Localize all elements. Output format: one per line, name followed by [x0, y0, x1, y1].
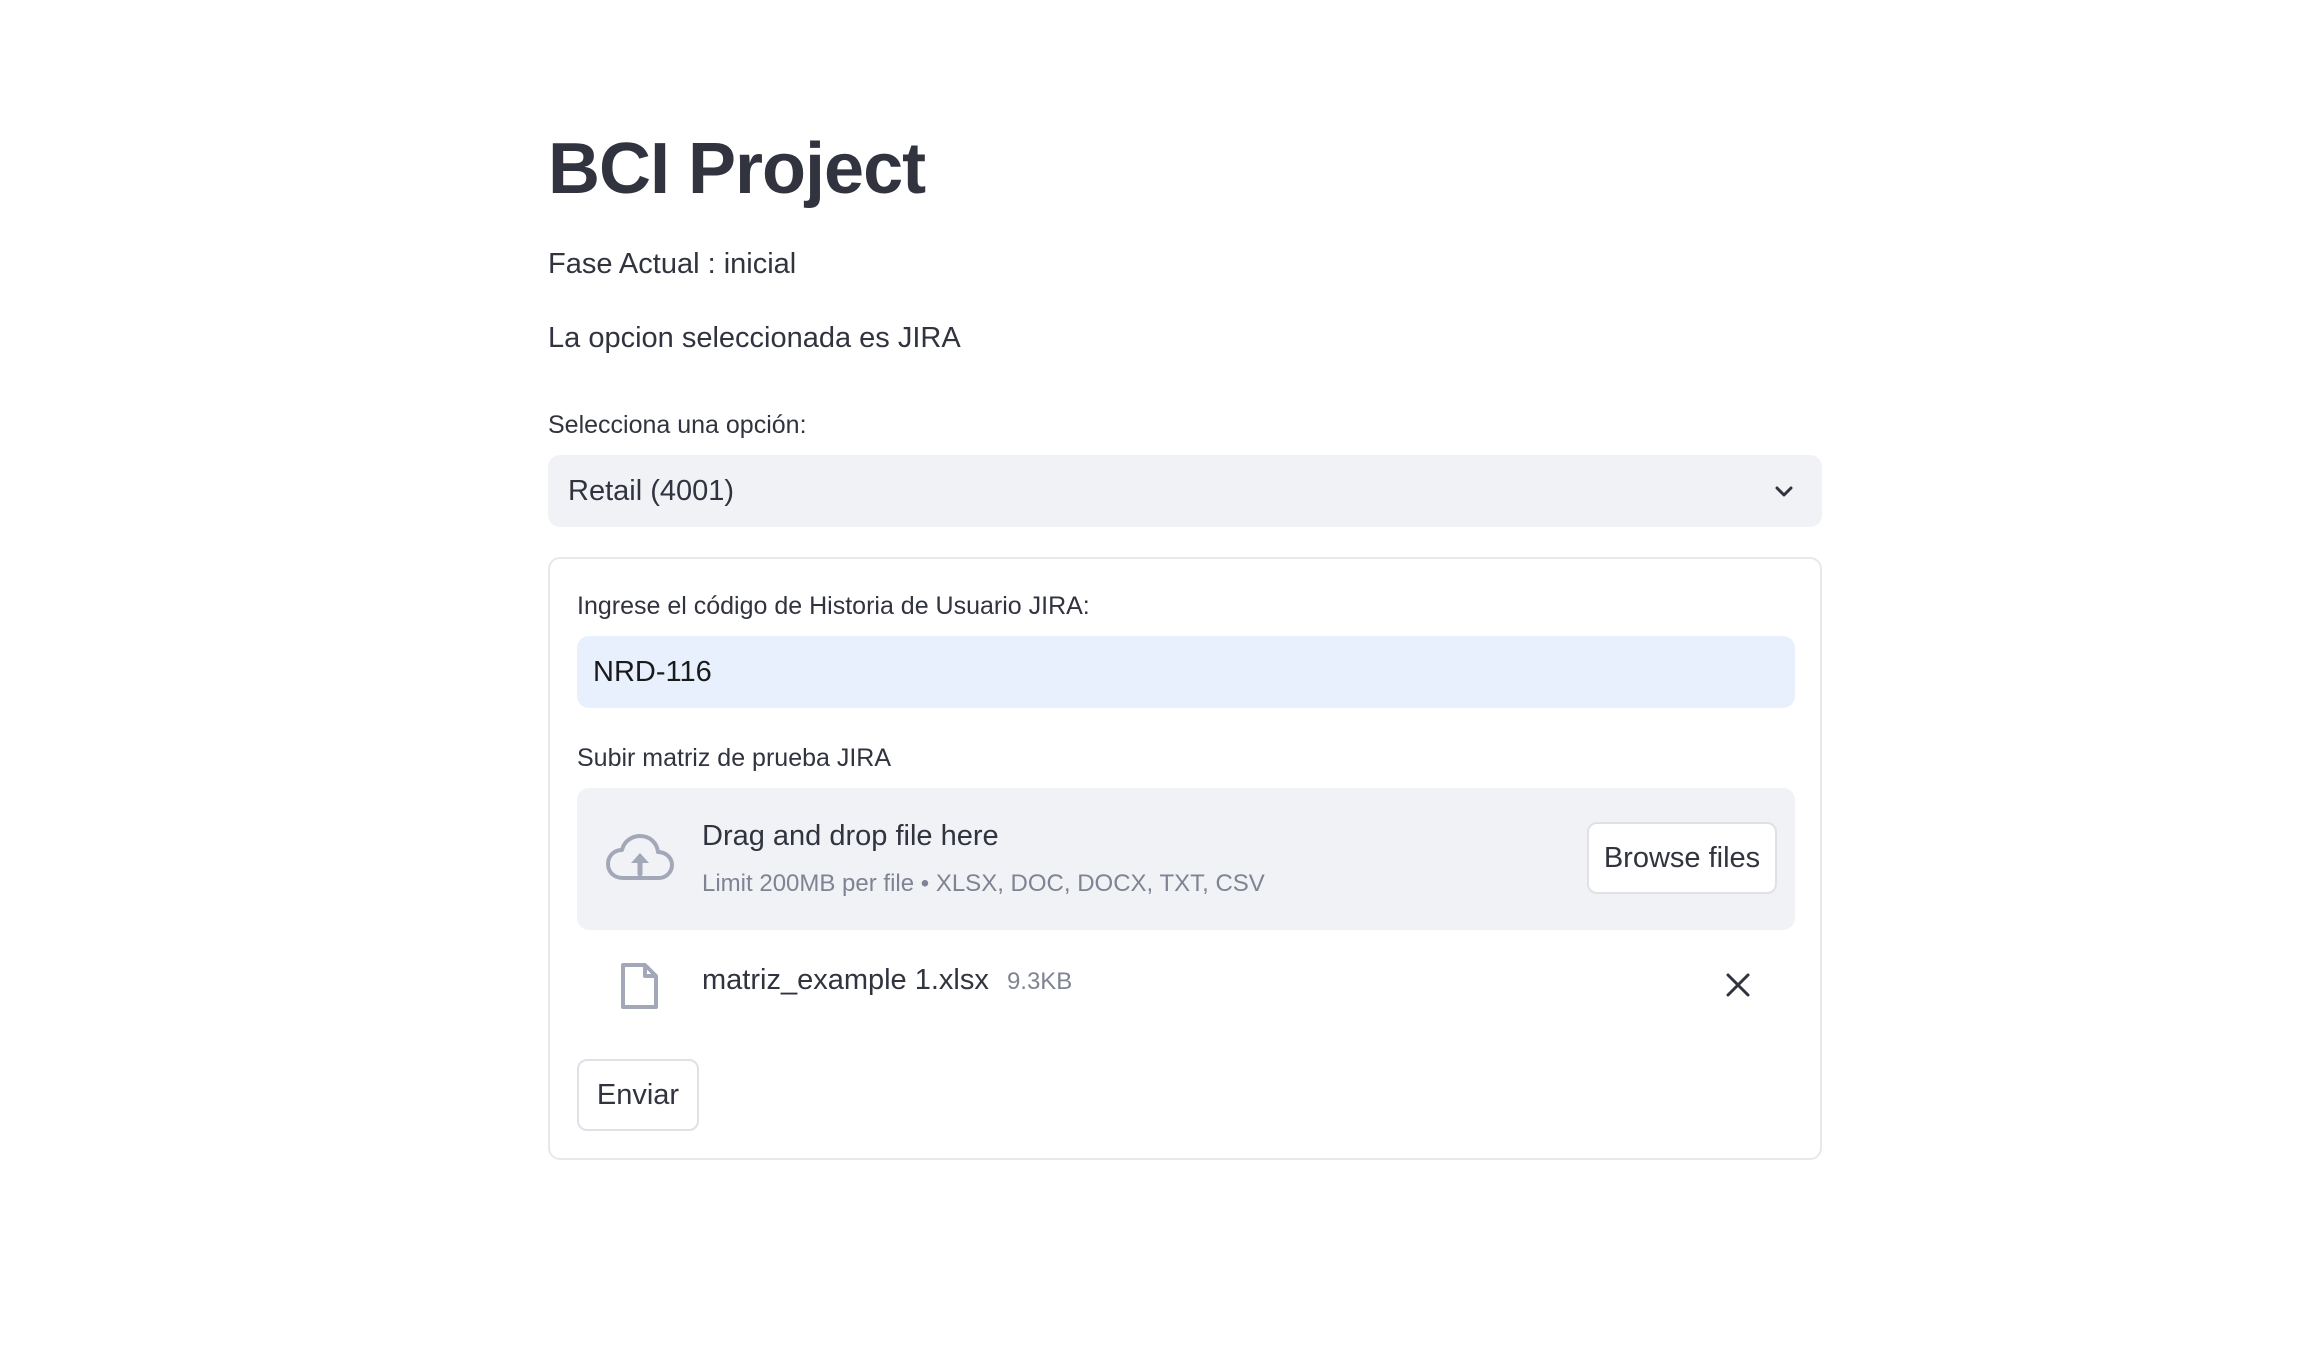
jira-code-value: NRD-116 [593, 655, 712, 688]
page-title: BCI Project [548, 129, 926, 209]
file-name: matriz_example 1.xlsx [702, 964, 989, 996]
upload-label: Subir matriz de prueba JIRA [577, 744, 892, 772]
file-size: 9.3KB [1006, 968, 1073, 995]
select-value: Retail (4001) [568, 474, 735, 507]
file-dropzone[interactable]: Drag and drop file here Limit 200MB per … [577, 788, 1795, 930]
jira-code-input[interactable]: NRD-116 [577, 636, 1795, 708]
jira-form: Ingrese el código de Historia de Usuario… [548, 557, 1822, 1160]
dropzone-limits: Limit 200MB per file • XLSX, DOC, DOCX, … [702, 870, 1265, 897]
jira-code-label: Ingrese el código de Historia de Usuario… [577, 592, 1090, 620]
dropzone-title: Drag and drop file here [702, 820, 999, 852]
selection-text: La opcion seleccionada es JIRA [548, 322, 961, 354]
cloud-upload-icon [606, 834, 674, 880]
browse-files-button[interactable]: Browse files [1587, 822, 1777, 894]
uploaded-file-row: matriz_example 1.xlsx 9.3KB [577, 954, 1795, 1024]
chevron-down-icon [1775, 486, 1793, 497]
file-name-group: matriz_example 1.xlsx 9.3KB [702, 964, 1072, 997]
select-label: Selecciona una opción: [548, 411, 807, 439]
close-icon[interactable] [1723, 970, 1753, 1000]
file-icon [621, 963, 658, 1009]
phase-text: Fase Actual : inicial [548, 248, 797, 280]
option-select[interactable]: Retail (4001) [548, 455, 1822, 527]
submit-button[interactable]: Enviar [577, 1059, 699, 1131]
